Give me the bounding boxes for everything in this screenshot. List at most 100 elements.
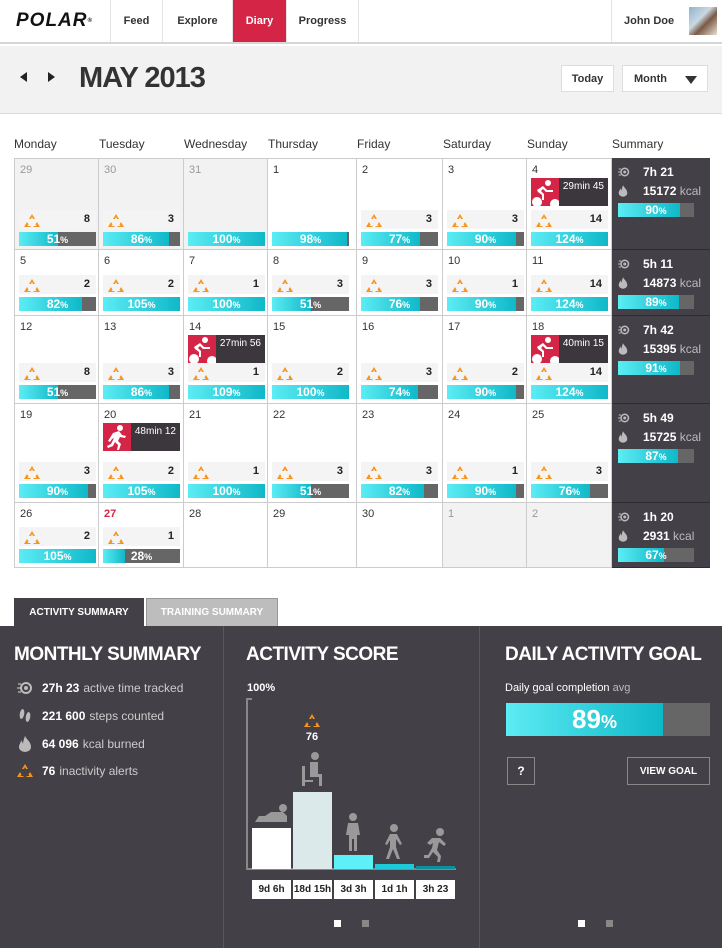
goal-percent: 100% <box>212 484 241 498</box>
training-session[interactable]: 29min 45 <box>531 178 608 209</box>
day-number: 25 <box>532 409 545 421</box>
calendar-day-cell[interactable]: 1 <box>443 503 527 568</box>
calendar-day-cell[interactable]: 8 3 51% <box>268 250 357 316</box>
training-duration: 40min 15 <box>562 338 604 349</box>
day-number: 4 <box>532 164 539 176</box>
daily-goal-bar: 124% <box>531 297 608 311</box>
today-button[interactable]: Today <box>561 65 614 92</box>
calendar-day-cell[interactable]: 28 <box>184 503 268 568</box>
week-summary[interactable]: 5h 11 14873 kcal 89% <box>612 250 710 316</box>
calendar-day-cell[interactable]: 3 3 90% <box>443 158 527 250</box>
calendar-day-cell[interactable]: 11 14 124% <box>527 250 612 316</box>
week-active-time: 7h 21 <box>643 165 674 179</box>
calendar-day-cell[interactable]: 12 8 51% <box>14 316 99 404</box>
calendar-day-cell[interactable]: 14 27min 56 1 109% <box>184 316 268 404</box>
day-number: 15 <box>273 321 286 333</box>
calendar-day-cell[interactable]: 4 29min 45 14 124% <box>527 158 612 250</box>
inactivity-alerts: 14 <box>531 363 608 382</box>
calendar-day-cell[interactable]: 18 40min 15 14 124% <box>527 316 612 404</box>
weekday-monday: Monday <box>14 137 57 151</box>
cycling-icon <box>531 178 560 209</box>
calendar-day-cell[interactable]: 24 1 90% <box>443 404 527 503</box>
weekday-friday: Friday <box>357 137 391 151</box>
next-month-arrow-icon[interactable] <box>48 72 55 82</box>
inactivity-alert-icon <box>366 214 382 233</box>
calendar-day-cell[interactable]: 10 1 90% <box>443 250 527 316</box>
calendar-day-cell[interactable]: 13 3 86% <box>99 316 184 404</box>
calendar-day-cell[interactable]: 5 2 82% <box>14 250 99 316</box>
pager-dot-active[interactable] <box>578 920 585 927</box>
nav-diary[interactable]: Diary <box>233 0 287 42</box>
inactivity-alert-icon <box>536 466 552 485</box>
calendar-day-cell[interactable]: 27 1 28% <box>99 503 184 568</box>
week-summary[interactable]: 5h 49 15725 kcal 87% <box>612 404 710 503</box>
calendar-day-cell[interactable]: 7 1 100% <box>184 250 268 316</box>
week-goal-bar: 87% <box>618 449 694 463</box>
nav-progress[interactable]: Progress <box>287 0 359 42</box>
week-active-time: 5h 49 <box>643 411 674 425</box>
flame-icon <box>618 342 628 360</box>
bar-resting[interactable] <box>252 827 291 869</box>
calendar-day-cell[interactable]: 6 2 105% <box>99 250 184 316</box>
day-number: 31 <box>189 164 202 176</box>
tab-activity-summary[interactable]: ACTIVITY SUMMARY <box>14 598 144 626</box>
calendar-day-cell[interactable]: 2 3 77% <box>357 158 443 250</box>
sitting-icon <box>300 751 324 793</box>
nav-feed[interactable]: Feed <box>111 0 163 42</box>
calendar-day-cell[interactable]: 2 <box>527 503 612 568</box>
pager-dot-active[interactable] <box>334 920 341 927</box>
goal-percent: 67% <box>645 548 667 562</box>
calendar-day-cell[interactable]: 30 3 86% <box>99 158 184 250</box>
tab-training-summary[interactable]: TRAINING SUMMARY <box>146 598 278 626</box>
calendar-day-cell[interactable]: 21 1 100% <box>184 404 268 503</box>
inactivity-alerts: 3 <box>272 462 349 481</box>
training-session[interactable]: 27min 56 <box>188 335 265 366</box>
training-duration: 27min 56 <box>219 338 261 349</box>
monthly-summary-title: MONTHLY SUMMARY <box>14 644 202 665</box>
training-session[interactable]: 40min 15 <box>531 335 608 366</box>
training-duration: 48min 12 <box>134 426 176 437</box>
calendar-day-cell[interactable]: 30 <box>357 503 443 568</box>
week-summary[interactable]: 7h 21 15172 kcal 90% <box>612 158 710 250</box>
prev-month-arrow-icon[interactable] <box>20 72 27 82</box>
calendar-day-cell[interactable]: 19 3 90% <box>14 404 99 503</box>
active-time-icon <box>618 323 630 341</box>
calendar-day-cell[interactable]: 29 8 51% <box>14 158 99 250</box>
view-select[interactable]: Month <box>622 65 708 92</box>
inactivity-alerts: 8 <box>19 363 96 382</box>
view-goal-button[interactable]: VIEW GOAL <box>627 757 710 785</box>
week-active-time: 7h 42 <box>643 323 674 337</box>
help-button[interactable]: ? <box>507 757 535 785</box>
bar-standing[interactable] <box>334 855 373 869</box>
calendar-day-cell[interactable]: 1 98% <box>268 158 357 250</box>
calendar-day-cell[interactable]: 26 2 105% <box>14 503 99 568</box>
nav-explore[interactable]: Explore <box>163 0 233 42</box>
calendar-day-cell[interactable]: 25 3 76% <box>527 404 612 503</box>
calendar-day-cell[interactable]: 17 2 90% <box>443 316 527 404</box>
inactivity-alerts: 2 <box>103 275 180 294</box>
calendar-day-cell[interactable]: 20 48min 12 2 105% <box>99 404 184 503</box>
calendar-day-cell[interactable]: 15 2 100% <box>268 316 357 404</box>
user-menu[interactable]: John Doe <box>611 0 722 42</box>
inactivity-alert-icon <box>24 466 40 485</box>
pager-dot[interactable] <box>606 920 613 927</box>
week-summary[interactable]: 7h 42 15395 kcal 91% <box>612 316 710 404</box>
calendar-day-cell[interactable]: 31 100% <box>184 158 268 250</box>
polar-logo[interactable]: POLAR ® <box>0 0 111 42</box>
training-session[interactable]: 48min 12 <box>103 423 180 451</box>
calendar-day-cell[interactable]: 22 3 51% <box>268 404 357 503</box>
calendar-day-cell[interactable]: 9 3 76% <box>357 250 443 316</box>
monthly-summary: MONTHLY SUMMARY 27h 23 active time tracke… <box>0 626 224 948</box>
calendar-day-cell[interactable]: 29 <box>268 503 357 568</box>
weekday-saturday: Saturday <box>443 137 492 151</box>
day-number: 23 <box>362 409 375 421</box>
bar-sitting[interactable] <box>293 791 332 869</box>
goal-percent: 105% <box>127 484 156 498</box>
calendar-day-cell[interactable]: 23 3 82% <box>357 404 443 503</box>
week-summary[interactable]: 1h 20 2931 kcal 67% <box>612 503 710 568</box>
day-number: 29 <box>273 508 286 520</box>
day-number: 24 <box>448 409 461 421</box>
avatar[interactable] <box>689 7 718 35</box>
calendar-day-cell[interactable]: 16 3 74% <box>357 316 443 404</box>
pager-dot[interactable] <box>362 920 369 927</box>
